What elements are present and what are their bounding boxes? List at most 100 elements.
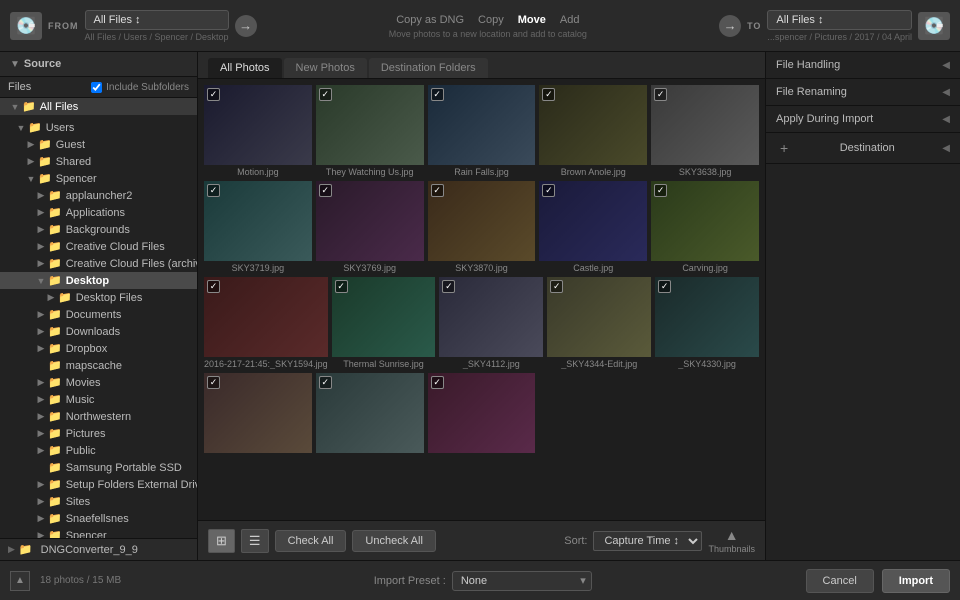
photo-checkbox-sky1594[interactable]: ✓ <box>207 280 220 293</box>
tab-destination-folders[interactable]: Destination Folders <box>369 58 488 78</box>
sidebar-item-documents[interactable]: ▶ 📁 Documents <box>0 306 197 323</box>
sidebar-item-spencer[interactable]: ▼ 📁 Spencer <box>0 170 197 187</box>
to-path[interactable]: All Files ↕ <box>767 10 912 30</box>
photo-cell-they-watching[interactable]: ✓ They Watching Us.jpg <box>316 85 424 177</box>
sidebar-item-sites[interactable]: ▶ 📁 Sites <box>0 493 197 510</box>
sidebar-item-pictures[interactable]: ▶ 📁 Pictures <box>0 425 197 442</box>
sidebar-item-backgrounds[interactable]: ▶ 📁 Backgrounds <box>0 221 197 238</box>
preset-dropdown[interactable]: None <box>452 571 592 591</box>
sidebar-item-public[interactable]: ▶ 📁 Public <box>0 442 197 459</box>
expand-button[interactable]: ▲ <box>10 571 30 591</box>
photo-checkbox-sky4344[interactable]: ✓ <box>550 280 563 293</box>
sidebar-item-desktop[interactable]: ▼ 📁 Desktop <box>0 272 197 289</box>
photo-cell-motion[interactable]: ✓ Motion.jpg <box>204 85 312 177</box>
status-text: 18 photos / 15 MB <box>40 575 160 586</box>
photo-cell-thermal[interactable]: ✓ Thermal Sunrise.jpg <box>332 277 436 369</box>
dng-converter-item[interactable]: ▶ 📁 DNGConverter_9_9 <box>8 543 189 556</box>
photo-checkbox-17[interactable]: ✓ <box>319 376 332 389</box>
preset-section: Import Preset : None <box>170 571 796 591</box>
photo-checkbox-thermal[interactable]: ✓ <box>335 280 348 293</box>
photo-thumb-sky3870: ✓ <box>428 181 536 261</box>
photo-cell-16[interactable]: ✓ <box>204 373 312 455</box>
sidebar-item-music[interactable]: ▶ 📁 Music <box>0 391 197 408</box>
from-arrow-button[interactable]: → <box>235 15 257 37</box>
sort-select[interactable]: Capture Time ↕ File Name <box>593 531 702 551</box>
photo-cell-sky4344[interactable]: ✓ _SKY4344-Edit.jpg <box>547 277 651 369</box>
sidebar-item-guest[interactable]: ▶ 📁 Guest <box>0 136 197 153</box>
right-panel-destination: + Destination ◀ <box>766 133 960 164</box>
photo-checkbox-sky4330[interactable]: ✓ <box>658 280 671 293</box>
sort-label: Sort: <box>564 535 587 547</box>
photo-img-sky3638 <box>651 85 759 165</box>
thumbnails-button[interactable]: ▲ Thumbnails <box>708 527 755 554</box>
photo-checkbox-sky3719[interactable]: ✓ <box>207 184 220 197</box>
sidebar: ▼ Source Files Include Subfolders ▼ 📁 Al… <box>0 52 198 560</box>
photo-cell-sky1594[interactable]: ✓ 2016-217-21:45:_SKY1594.jpg <box>204 277 328 369</box>
right-panel-apply-during-import[interactable]: Apply During Import ◀ <box>766 106 960 133</box>
right-panel-file-renaming[interactable]: File Renaming ◀ <box>766 79 960 106</box>
photo-cell-sky3769[interactable]: ✓ SKY3769.jpg <box>316 181 424 273</box>
copy-tab[interactable]: Copy <box>476 13 506 27</box>
tab-new-photos[interactable]: New Photos <box>284 58 367 78</box>
to-arrow-button[interactable]: → <box>719 15 741 37</box>
photo-checkbox-brown-anole[interactable]: ✓ <box>542 88 555 101</box>
sidebar-item-applications[interactable]: ▶ 📁 Applications <box>0 204 197 221</box>
sidebar-item-mapscache[interactable]: 📁 mapscache <box>0 357 197 374</box>
photo-cell-castle[interactable]: ✓ Castle.jpg <box>539 181 647 273</box>
sidebar-item-downloads[interactable]: ▶ 📁 Downloads <box>0 323 197 340</box>
photo-cell-sky4112[interactable]: ✓ _SKY4112.jpg <box>439 277 543 369</box>
photo-checkbox-sky4112[interactable]: ✓ <box>442 280 455 293</box>
photo-checkbox-carving[interactable]: ✓ <box>654 184 667 197</box>
photo-checkbox-16[interactable]: ✓ <box>207 376 220 389</box>
photo-cell-17[interactable]: ✓ <box>316 373 424 455</box>
photo-cell-18[interactable]: ✓ <box>428 373 536 455</box>
photo-label-rain-falls: Rain Falls.jpg <box>428 167 536 177</box>
copy-as-dng-tab[interactable]: Copy as DNG <box>394 13 466 27</box>
list-view-button[interactable]: ☰ <box>241 529 269 553</box>
sidebar-item-movies[interactable]: ▶ 📁 Movies <box>0 374 197 391</box>
move-tab[interactable]: Move <box>516 13 548 27</box>
sidebar-item-northwestern[interactable]: ▶ 📁 Northwestern <box>0 408 197 425</box>
add-tab[interactable]: Add <box>558 13 582 27</box>
grid-view-button[interactable]: ⊞ <box>208 529 235 553</box>
photo-checkbox-sky3638[interactable]: ✓ <box>654 88 667 101</box>
import-button[interactable]: Import <box>882 569 950 593</box>
photo-cell-rain-falls[interactable]: ✓ Rain Falls.jpg <box>428 85 536 177</box>
photo-label-castle: Castle.jpg <box>539 263 647 273</box>
cancel-button[interactable]: Cancel <box>806 569 874 593</box>
sidebar-item-samsung[interactable]: 📁 Samsung Portable SSD <box>0 459 197 476</box>
photo-cell-sky4330[interactable]: ✓ _SKY4330.jpg <box>655 277 759 369</box>
sidebar-item-setup-folders[interactable]: ▶ 📁 Setup Folders External Drive <box>0 476 197 493</box>
photo-checkbox-sky3769[interactable]: ✓ <box>319 184 332 197</box>
sidebar-item-creative-cloud-archived[interactable]: ▶ 📁 Creative Cloud Files (archived) (1) <box>0 255 197 272</box>
photo-checkbox-motion[interactable]: ✓ <box>207 88 220 101</box>
add-destination-button[interactable]: + <box>776 140 792 156</box>
photo-checkbox-rain-falls[interactable]: ✓ <box>431 88 444 101</box>
from-path[interactable]: All Files ↕ <box>85 10 229 30</box>
sidebar-item-spencer-sub[interactable]: ▶ 📁 Spencer <box>0 527 197 538</box>
sidebar-item-shared[interactable]: ▶ 📁 Shared <box>0 153 197 170</box>
photo-cell-sky3870[interactable]: ✓ SKY3870.jpg <box>428 181 536 273</box>
right-panel-file-handling[interactable]: File Handling ◀ <box>766 52 960 79</box>
photo-checkbox-castle[interactable]: ✓ <box>542 184 555 197</box>
photo-cell-brown-anole[interactable]: ✓ Brown Anole.jpg <box>539 85 647 177</box>
tab-all-photos[interactable]: All Photos <box>208 58 282 78</box>
sidebar-item-dropbox[interactable]: ▶ 📁 Dropbox <box>0 340 197 357</box>
uncheck-all-button[interactable]: Uncheck All <box>352 530 435 552</box>
sidebar-item-users[interactable]: ▼ 📁 Users <box>0 119 197 136</box>
sidebar-item-applauncher2[interactable]: ▶ 📁 applauncher2 <box>0 187 197 204</box>
sidebar-item-creative-cloud[interactable]: ▶ 📁 Creative Cloud Files <box>0 238 197 255</box>
photo-checkbox-sky3870[interactable]: ✓ <box>431 184 444 197</box>
sidebar-item-desktop-files[interactable]: ▶ 📁 Desktop Files <box>0 289 197 306</box>
right-panel: File Handling ◀ File Renaming ◀ Apply Du… <box>765 52 960 560</box>
photo-cell-carving[interactable]: ✓ Carving.jpg <box>651 181 759 273</box>
check-all-button[interactable]: Check All <box>275 530 347 552</box>
photo-cell-sky3719[interactable]: ✓ SKY3719.jpg <box>204 181 312 273</box>
all-files-item[interactable]: ▼ 📁 All Files <box>0 98 197 115</box>
sidebar-item-snaefellsnes[interactable]: ▶ 📁 Snaefellsnes <box>0 510 197 527</box>
dng-converter-label: DNGConverter_9_9 <box>41 544 138 556</box>
photo-cell-sky3638[interactable]: ✓ SKY3638.jpg <box>651 85 759 177</box>
photo-checkbox-they-watching[interactable]: ✓ <box>319 88 332 101</box>
photo-checkbox-18[interactable]: ✓ <box>431 376 444 389</box>
include-subfolders-checkbox[interactable] <box>91 82 102 93</box>
